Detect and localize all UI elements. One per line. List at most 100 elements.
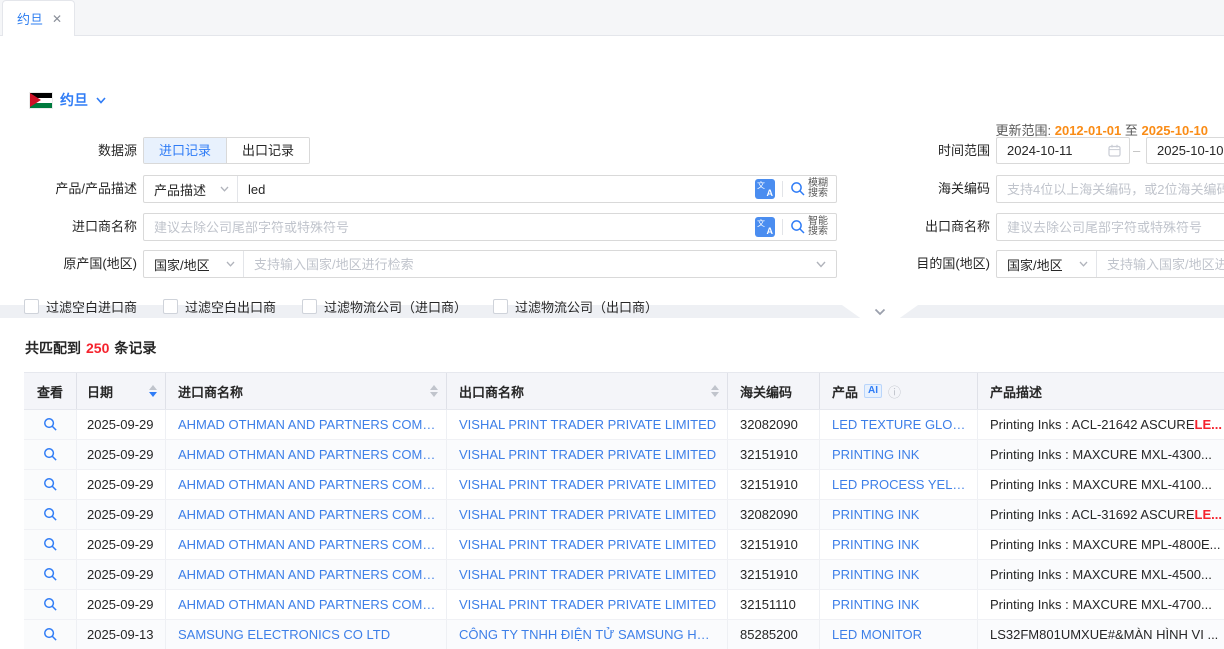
filter-checkbox[interactable]: 过滤空白出口商 [163,297,276,316]
importer-link[interactable]: AHMAD OTHMAN AND PARTNERS COMPA... [178,567,438,582]
importer-link[interactable]: SAMSUNG ELECTRONICS CO LTD [178,627,390,642]
importer-field-tools: 文A 智能 搜索 [747,217,836,237]
header-date[interactable]: 日期 [77,373,166,409]
importer-link[interactable]: AHMAD OTHMAN AND PARTNERS COMPA... [178,507,438,522]
product-field-group: 产品描述 文A 模糊 搜索 [143,175,837,203]
view-record-button[interactable] [24,410,77,439]
checkbox-label: 过滤空白进口商 [46,297,137,316]
exporter-link[interactable]: VISHAL PRINT TRADER PRIVATE LIMITED [459,537,716,552]
date-to-input[interactable] [1147,138,1224,163]
chevron-down-icon [874,308,886,316]
importer-link[interactable]: AHMAD OTHMAN AND PARTNERS COMPA... [178,447,438,462]
cell-product: PRINTING INK [820,530,978,559]
chevron-down-icon [220,186,229,192]
view-record-button[interactable] [24,620,77,649]
product-link[interactable]: PRINTING INK [832,537,919,552]
update-range-label: 更新范围: [995,123,1051,138]
checkbox-icon[interactable] [24,299,39,314]
cell-date: 2025-09-29 [77,500,166,529]
filter-checkbox[interactable]: 过滤空白进口商 [24,297,137,316]
product-link[interactable]: PRINTING INK [832,447,919,462]
datasource-import-tab[interactable]: 进口记录 [144,138,226,163]
view-record-button[interactable] [24,470,77,499]
info-icon[interactable]: ⓘ [888,382,901,401]
header-product-label: 产品 [832,382,858,401]
cell-product: PRINTING INK [820,440,978,469]
product-label: 产品/产品描述 [7,175,137,203]
date-from-input[interactable] [997,138,1108,163]
product-link[interactable]: PRINTING INK [832,567,919,582]
magnifier-icon [43,597,58,612]
cell-exporter: VISHAL PRINT TRADER PRIVATE LIMITED [447,470,728,499]
exporter-field[interactable] [996,213,1224,241]
tab-close-icon[interactable]: ✕ [52,12,62,26]
view-record-button[interactable] [24,560,77,589]
exporter-link[interactable]: CÔNG TY TNHH ĐIỆN TỬ SAMSUNG HCMC... [459,627,719,642]
filter-checkbox[interactable]: 过滤物流公司（出口商） [493,297,658,316]
results-panel: 共匹配到250条记录 查看 日期 进口商名称 出口商名称 海关编码 产品 AI … [0,318,1224,649]
header-hs-code: 海关编码 [728,373,820,409]
datasource-export-tab[interactable]: 出口记录 [226,138,309,163]
chevron-down-icon[interactable] [816,261,826,268]
sort-icon-exporter[interactable] [711,385,719,397]
fuzzy-search-toggle[interactable]: 模糊 搜索 [790,179,828,199]
sort-icon-importer[interactable] [430,385,438,397]
filter-checkbox[interactable]: 过滤物流公司（进口商） [302,297,467,316]
product-link[interactable]: PRINTING INK [832,507,919,522]
destination-country-input[interactable] [1097,251,1224,277]
importer-link[interactable]: AHMAD OTHMAN AND PARTNERS COMPA... [178,477,438,492]
date-from-field[interactable] [996,137,1130,164]
product-link[interactable]: LED MONITOR [832,627,922,642]
destination-type-select[interactable]: 国家/地区 [997,251,1097,277]
exporter-link[interactable]: VISHAL PRINT TRADER PRIVATE LIMITED [459,447,716,462]
exporter-link[interactable]: VISHAL PRINT TRADER PRIVATE LIMITED [459,417,716,432]
cell-product-desc: LS32FM801UMXUE#&MÀN HÌNH VI ... [978,620,1224,649]
hs-code-field[interactable] [996,175,1224,203]
sort-icon-date[interactable] [149,385,157,397]
cell-exporter: VISHAL PRINT TRADER PRIVATE LIMITED [447,410,728,439]
importer-link[interactable]: AHMAD OTHMAN AND PARTNERS COMPA... [178,597,438,612]
view-record-button[interactable] [24,590,77,619]
product-link[interactable]: LED TEXTURE GLOSS ... [832,417,969,432]
view-record-button[interactable] [24,530,77,559]
cell-product-desc: Printing Inks : MAXCURE MXL-4700... [978,590,1224,619]
chevron-down-icon [96,97,106,104]
calendar-icon [1108,144,1121,157]
importer-link[interactable]: AHMAD OTHMAN AND PARTNERS COMPA... [178,417,438,432]
cell-product: PRINTING INK [820,560,978,589]
importer-input[interactable] [144,214,747,240]
checkbox-icon[interactable] [302,299,317,314]
product-link[interactable]: PRINTING INK [832,597,919,612]
exporter-link[interactable]: VISHAL PRINT TRADER PRIVATE LIMITED [459,477,716,492]
exporter-link[interactable]: VISHAL PRINT TRADER PRIVATE LIMITED [459,567,716,582]
exporter-link[interactable]: VISHAL PRINT TRADER PRIVATE LIMITED [459,597,716,612]
hs-code-input[interactable] [997,176,1224,202]
product-type-select[interactable]: 产品描述 [144,176,238,202]
product-search-input[interactable] [238,176,747,202]
translate-icon[interactable]: 文A [755,179,775,199]
translate-icon[interactable]: 文A [755,217,775,237]
country-selector[interactable]: 约旦 [30,90,106,110]
origin-country-input[interactable] [244,251,816,277]
table-body: 2025-09-29 AHMAD OTHMAN AND PARTNERS COM… [24,410,1224,649]
tab-jordan[interactable]: 约旦 ✕ [2,0,75,36]
exporter-link[interactable]: VISHAL PRINT TRADER PRIVATE LIMITED [459,507,716,522]
collapse-panel-handle[interactable] [842,305,918,318]
view-record-button[interactable] [24,500,77,529]
checkbox-icon[interactable] [493,299,508,314]
importer-link[interactable]: AHMAD OTHMAN AND PARTNERS COMPA... [178,537,438,552]
origin-type-select[interactable]: 国家/地区 [144,251,244,277]
smart-search-toggle[interactable]: 智能 搜索 [790,217,828,237]
tab-jordan-label: 约旦 [17,9,43,28]
product-link[interactable]: LED PROCESS YELLOW... [832,477,969,492]
date-to-field[interactable] [1146,137,1224,164]
header-importer[interactable]: 进口商名称 [166,373,447,409]
header-exporter-label: 出口商名称 [459,382,524,401]
exporter-input[interactable] [997,214,1224,240]
header-exporter[interactable]: 出口商名称 [447,373,728,409]
fuzzy-search-label-line2: 搜索 [808,189,828,199]
view-record-button[interactable] [24,440,77,469]
datasource-label: 数据源 [7,137,137,165]
divider [782,219,783,235]
checkbox-icon[interactable] [163,299,178,314]
